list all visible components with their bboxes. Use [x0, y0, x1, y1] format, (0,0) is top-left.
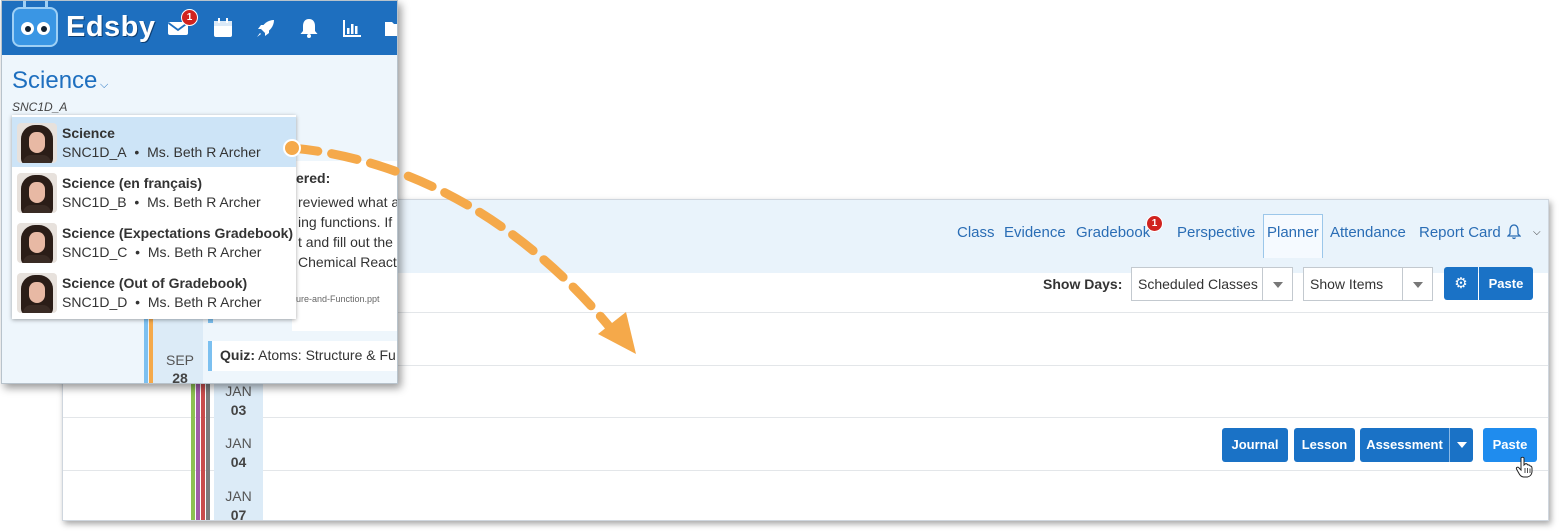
assessment-button[interactable]: Assessment — [1360, 428, 1449, 462]
class-color-stripes — [191, 365, 211, 520]
nav-planner[interactable]: Planner — [1263, 214, 1323, 258]
avatar — [17, 273, 57, 313]
settings-button[interactable]: ⚙ — [1444, 267, 1478, 300]
avatar — [17, 123, 57, 163]
chart-icon[interactable] — [341, 17, 363, 39]
course-title[interactable]: Science — [12, 67, 97, 95]
paste-top-button[interactable]: Paste — [1479, 267, 1533, 300]
folder-icon[interactable] — [384, 17, 398, 39]
bell-icon[interactable] — [298, 17, 320, 39]
course-menu-item[interactable]: Science (en français) SNC1D_B • Ms. Beth… — [12, 167, 296, 217]
show-items-value: Show Items — [1310, 276, 1384, 292]
nav-perspective[interactable]: Perspective — [1177, 224, 1255, 241]
logo-text: Edsby — [66, 11, 156, 43]
nav-attendance[interactable]: Attendance — [1330, 224, 1406, 241]
preview-text: ing functions. If — [298, 214, 393, 230]
course-menu-item[interactable]: Science (Out of Gradebook) SNC1D_D • Ms.… — [12, 267, 296, 317]
lesson-button[interactable]: Lesson — [1294, 428, 1355, 462]
chevron-down-icon[interactable]: ⌵ — [1533, 227, 1541, 238]
nav-gradebook[interactable]: Gradebook — [1076, 224, 1150, 241]
date-jan-07: JAN 07 — [225, 488, 252, 521]
journal-button[interactable]: Journal — [1222, 428, 1288, 462]
preview-text: Chemical Reacti — [298, 254, 398, 270]
avatar — [17, 223, 57, 263]
date-jan-04: JAN 04 — [225, 435, 252, 470]
chevron-down-icon — [1402, 268, 1432, 300]
gradebook-badge: 1 — [1146, 215, 1163, 232]
chevron-down-icon[interactable]: ⌵ — [100, 79, 108, 92]
date-sep-28: SEP 28 — [165, 352, 194, 384]
mail-badge: 1 — [181, 9, 198, 26]
attachment-filename[interactable]: cture-and-Function.ppt — [289, 294, 380, 304]
quiz-item[interactable]: Quiz: Atoms: Structure & Fu — [208, 341, 397, 371]
divider — [63, 470, 1548, 471]
course-menu: Science SNC1D_A • Ms. Beth R Archer Scie… — [12, 115, 296, 319]
calendar-icon[interactable] — [212, 17, 234, 39]
bell-icon[interactable] — [1507, 224, 1521, 240]
rocket-icon[interactable] — [255, 17, 277, 39]
show-days-select[interactable]: Scheduled Classes — [1131, 267, 1293, 301]
nav-report-card[interactable]: Report Card — [1419, 224, 1501, 241]
chevron-down-icon — [1262, 268, 1292, 300]
assessment-dropdown-button[interactable] — [1449, 428, 1473, 462]
preview-text: t and fill out the — [298, 234, 393, 250]
date-jan-03: JAN 03 — [225, 383, 252, 418]
course-code: SNC1D_A — [12, 100, 68, 114]
nav-class[interactable]: Class — [957, 224, 995, 241]
divider — [63, 417, 1548, 418]
course-menu-item[interactable]: Science SNC1D_A • Ms. Beth R Archer — [12, 117, 296, 167]
top-bar: Edsby 1 — [2, 1, 397, 55]
nav-evidence[interactable]: Evidence — [1004, 224, 1066, 241]
show-days-label: Show Days: — [1043, 276, 1123, 292]
course-menu-item[interactable]: Science (Expectations Gradebook) SNC1D_C… — [12, 217, 296, 267]
preview-text: reviewed what a — [298, 194, 398, 210]
hand-cursor-icon — [1515, 456, 1533, 478]
show-days-value: Scheduled Classes — [1138, 276, 1258, 292]
gear-icon: ⚙ — [1454, 275, 1468, 292]
edsby-logo-icon[interactable] — [12, 1, 58, 47]
show-items-select[interactable]: Show Items — [1303, 267, 1433, 301]
course-switcher-window: Edsby 1 Science ⌵ SNC1D_A ered: reviewed… — [1, 0, 398, 384]
avatar — [17, 173, 57, 213]
preview-text: ered: — [296, 170, 331, 186]
